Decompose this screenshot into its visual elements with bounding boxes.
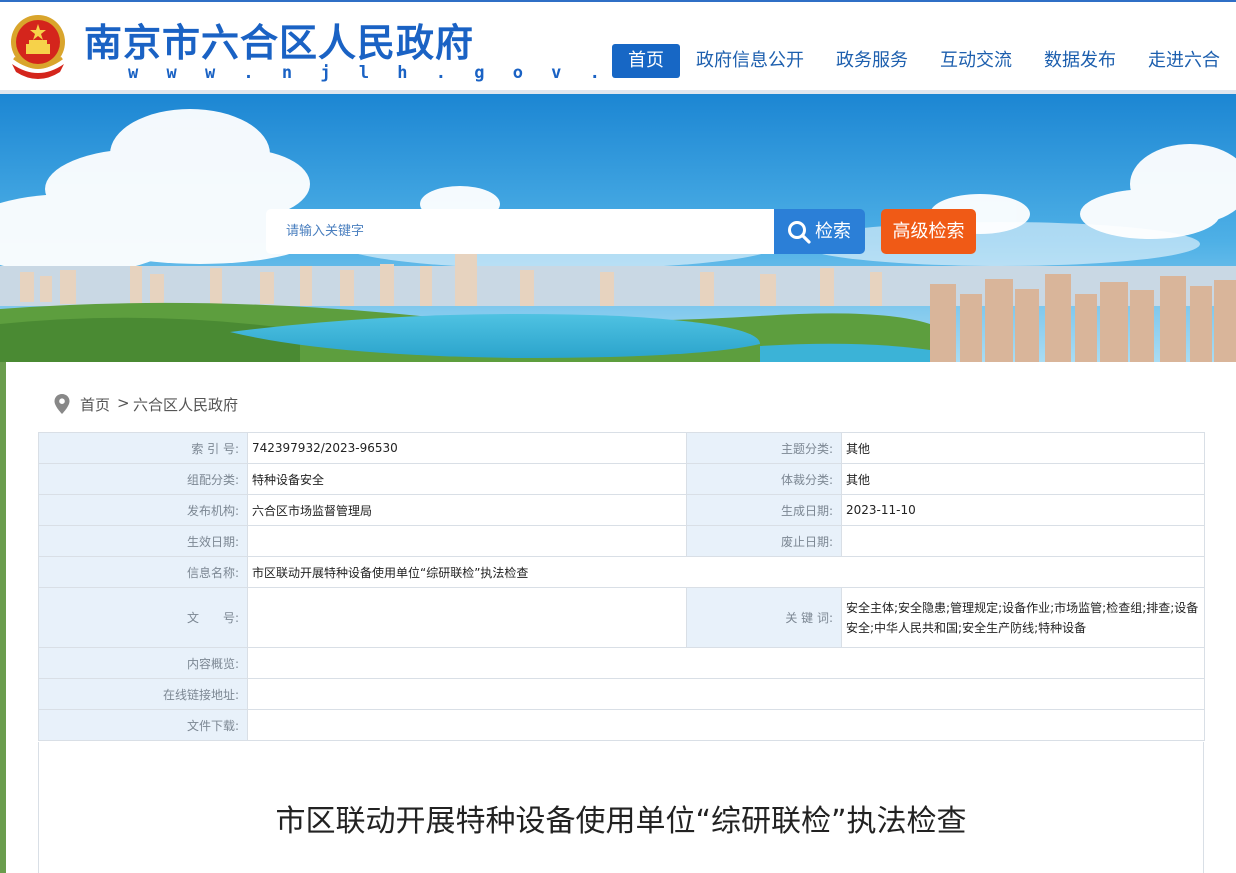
nav-gov-info[interactable]: 政府信息公开 — [692, 44, 808, 78]
download-value[interactable] — [247, 709, 1205, 741]
nav-interaction[interactable]: 互动交流 — [934, 44, 1018, 78]
topic-label: 主题分类: — [686, 432, 842, 464]
table-row: 文 号: 关 键 词: 安全主体;安全隐患;管理规定;设备作业;市场监管;检查组… — [38, 587, 1205, 648]
info-name-label: 信息名称: — [38, 556, 248, 588]
download-label: 文件下载: — [38, 709, 248, 741]
nav-about[interactable]: 走进六合 — [1142, 44, 1226, 78]
search-input[interactable]: 请输入关键字 — [266, 209, 774, 254]
summary-label: 内容概览: — [38, 647, 248, 679]
nav-home[interactable]: 首页 — [612, 44, 680, 78]
location-pin-icon — [54, 394, 70, 414]
summary-value — [247, 647, 1205, 679]
table-row: 生效日期: 废止日期: — [38, 525, 1205, 557]
search-icon — [788, 221, 811, 244]
breadcrumb-separator: > — [117, 394, 130, 412]
genre-value: 其他 — [841, 463, 1205, 495]
article-title: 市区联动开展特种设备使用单位“综研联检”执法检查 — [275, 804, 967, 839]
topic-value: 其他 — [841, 432, 1205, 464]
info-name-value: 市区联动开展特种设备使用单位“综研联检”执法检查 — [247, 556, 1205, 588]
nav-services[interactable]: 政务服务 — [830, 44, 914, 78]
genre-label: 体裁分类: — [686, 463, 842, 495]
publisher-label: 发布机构: — [38, 494, 248, 526]
created-label: 生成日期: — [686, 494, 842, 526]
table-row: 发布机构: 六合区市场监督管理局 生成日期: 2023-11-10 — [38, 494, 1205, 526]
effective-label: 生效日期: — [38, 525, 248, 557]
search-button-label: 检索 — [815, 221, 851, 242]
table-row: 在线链接地址: — [38, 678, 1205, 710]
advanced-search-button[interactable]: 高级检索 — [881, 209, 976, 254]
created-value: 2023-11-10 — [841, 494, 1205, 526]
effective-value — [247, 525, 687, 557]
index-no-value: 742397932/2023-96530 — [247, 432, 687, 464]
table-row: 内容概览: — [38, 647, 1205, 679]
table-row: 信息名称: 市区联动开展特种设备使用单位“综研联检”执法检查 — [38, 556, 1205, 588]
publisher-value: 六合区市场监督管理局 — [247, 494, 687, 526]
main-nav: 首页 政府信息公开 政务服务 互动交流 数据发布 走进六合 — [0, 44, 1236, 78]
breadcrumb-home[interactable]: 首页 — [80, 394, 110, 415]
breadcrumb-current[interactable]: 六合区人民政府 — [133, 394, 238, 415]
category-label: 组配分类: — [38, 463, 248, 495]
search-button[interactable]: 检索 — [774, 209, 865, 254]
category-value: 特种设备安全 — [247, 463, 687, 495]
online-link-value[interactable] — [247, 678, 1205, 710]
metadata-table: 索 引 号: 742397932/2023-96530 主题分类: 其他 组配分… — [38, 432, 1205, 741]
keywords-value: 安全主体;安全隐患;管理规定;设备作业;市场监管;检查组;排查;设备安全;中华人… — [841, 587, 1205, 648]
index-no-label: 索 引 号: — [38, 432, 248, 464]
docno-value — [247, 587, 687, 648]
abolished-value — [841, 525, 1205, 557]
table-row: 索 引 号: 742397932/2023-96530 主题分类: 其他 — [38, 432, 1205, 464]
keywords-label: 关 键 词: — [686, 587, 842, 648]
table-row: 文件下载: — [38, 709, 1205, 741]
docno-label: 文 号: — [38, 587, 248, 648]
online-link-label: 在线链接地址: — [38, 678, 248, 710]
nav-data[interactable]: 数据发布 — [1038, 44, 1122, 78]
table-row: 组配分类: 特种设备安全 体裁分类: 其他 — [38, 463, 1205, 495]
abolished-label: 废止日期: — [686, 525, 842, 557]
